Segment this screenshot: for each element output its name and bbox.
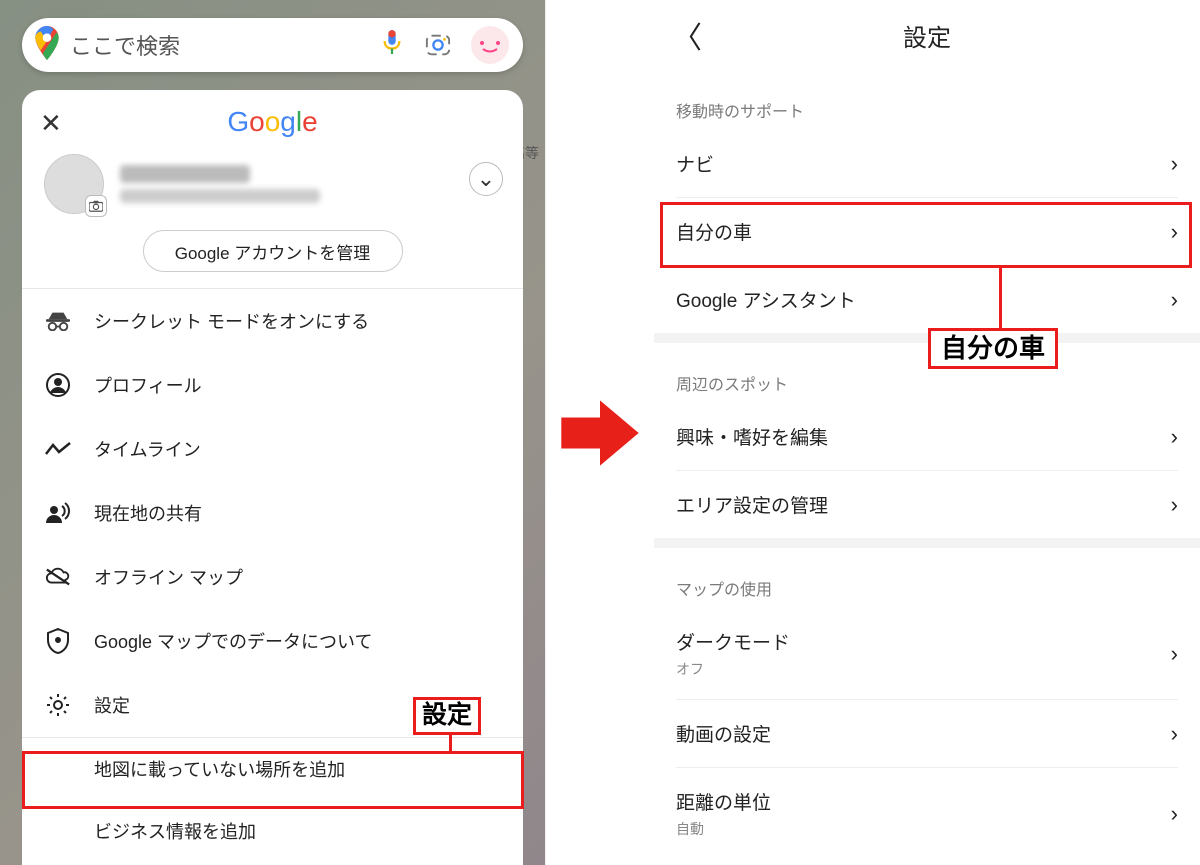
annotation-connector bbox=[999, 268, 1002, 328]
menu-label: Google マップでのデータについて bbox=[94, 628, 373, 654]
arrow-right-icon bbox=[557, 390, 643, 476]
chevron-right-icon: › bbox=[1171, 287, 1178, 313]
account-email-blurred bbox=[120, 189, 320, 203]
menu-label: 地図に載っていない場所を追加 bbox=[94, 756, 345, 782]
manage-account-label: Google アカウントを管理 bbox=[175, 239, 371, 264]
menu-label: プロフィール bbox=[94, 372, 202, 398]
menu-timeline[interactable]: タイムライン bbox=[22, 417, 523, 481]
item-label: エリア設定の管理 bbox=[676, 491, 828, 518]
page-title: 設定 bbox=[903, 18, 951, 53]
camera-icon[interactable] bbox=[85, 195, 107, 217]
item-label: 距離の単位 bbox=[676, 788, 771, 815]
incognito-icon bbox=[44, 307, 72, 335]
chevron-right-icon: › bbox=[1171, 492, 1178, 518]
profile-avatar-button[interactable] bbox=[471, 26, 509, 64]
menu-your-data[interactable]: Google マップでのデータについて bbox=[22, 609, 523, 673]
mic-icon[interactable] bbox=[381, 30, 403, 61]
menu-label: ビジネス情報を追加 bbox=[94, 818, 256, 844]
manage-account-button[interactable]: Google アカウントを管理 bbox=[143, 230, 403, 272]
menu-add-missing-place[interactable]: 地図に載っていない場所を追加 bbox=[22, 738, 523, 800]
menu-incognito[interactable]: シークレット モードをオンにする bbox=[22, 289, 523, 353]
section-header-support: 移動時のサポート bbox=[654, 70, 1200, 130]
menu-label: オフライン マップ bbox=[94, 564, 243, 590]
item-distance-unit[interactable]: 距離の単位自動 › bbox=[654, 768, 1200, 859]
chevron-right-icon: › bbox=[1171, 721, 1178, 747]
menu-label: 現在地の共有 bbox=[94, 500, 202, 526]
item-label: 興味・嗜好を編集 bbox=[676, 423, 828, 450]
item-nav[interactable]: ナビ › bbox=[654, 130, 1200, 197]
google-logo: Google bbox=[227, 106, 317, 138]
item-assistant[interactable]: Google アシスタント › bbox=[654, 266, 1200, 333]
item-interests[interactable]: 興味・嗜好を編集 › bbox=[654, 403, 1200, 470]
menu-add-business[interactable]: ビジネス情報を追加 bbox=[22, 800, 523, 862]
section-header-mapuse: マップの使用 bbox=[654, 548, 1200, 608]
person-icon bbox=[44, 371, 72, 399]
menu-label: シークレット モードをオンにする bbox=[94, 308, 369, 334]
chevron-down-icon[interactable] bbox=[469, 162, 503, 196]
item-video-settings[interactable]: 動画の設定 › bbox=[654, 700, 1200, 767]
arrow-between-screens bbox=[546, 0, 654, 865]
menu-label: タイムライン bbox=[94, 436, 201, 462]
menu-label: 設定 bbox=[94, 692, 130, 718]
shield-icon bbox=[44, 627, 72, 655]
right-screenshot: 〈 設定 移動時のサポート ナビ › 自分の車 › Google アシスタント › 周… bbox=[654, 0, 1200, 865]
section-header-spots: 周辺のスポット bbox=[654, 343, 1200, 403]
menu-settings[interactable]: 設定 bbox=[22, 673, 523, 737]
account-name-blurred bbox=[120, 165, 250, 183]
item-label: 動画の設定 bbox=[676, 720, 771, 747]
chevron-right-icon: › bbox=[1171, 641, 1178, 667]
menu-share-location[interactable]: 現在地の共有 bbox=[22, 481, 523, 545]
annotation-connector bbox=[449, 733, 452, 751]
search-bar[interactable]: ここで検索 bbox=[22, 18, 523, 72]
account-sheet: ✕ Google Google アカウントを管理 bbox=[22, 90, 523, 865]
back-icon[interactable]: 〈 bbox=[672, 13, 702, 57]
item-label: ナビ bbox=[676, 150, 714, 177]
lens-icon[interactable] bbox=[423, 30, 453, 60]
left-screenshot: 早稲 高等 ここで検索 ✕ Google bbox=[0, 0, 546, 865]
share-location-icon bbox=[44, 499, 72, 527]
item-label: Google アシスタント bbox=[676, 286, 856, 313]
chevron-right-icon: › bbox=[1171, 424, 1178, 450]
gear-icon bbox=[44, 691, 72, 719]
maps-pin-icon bbox=[34, 26, 60, 65]
cloud-off-icon bbox=[44, 563, 72, 591]
chevron-right-icon: › bbox=[1171, 151, 1178, 177]
timeline-icon bbox=[44, 435, 72, 463]
avatar[interactable] bbox=[44, 154, 104, 214]
item-label: 自分の車 bbox=[676, 218, 752, 245]
chevron-right-icon: › bbox=[1171, 219, 1178, 245]
menu-offline-maps[interactable]: オフライン マップ bbox=[22, 545, 523, 609]
item-label: ダークモード bbox=[676, 628, 790, 655]
item-subtitle: 自動 bbox=[676, 819, 771, 839]
item-my-car[interactable]: 自分の車 › bbox=[654, 198, 1200, 265]
item-area-settings[interactable]: エリア設定の管理 › bbox=[654, 471, 1200, 538]
close-icon[interactable]: ✕ bbox=[40, 108, 62, 139]
profile-row[interactable] bbox=[22, 144, 523, 224]
chevron-right-icon: › bbox=[1171, 801, 1178, 827]
item-subtitle: オフ bbox=[676, 659, 790, 679]
menu-profile[interactable]: プロフィール bbox=[22, 353, 523, 417]
item-dark-mode[interactable]: ダークモードオフ › bbox=[654, 608, 1200, 699]
search-placeholder: ここで検索 bbox=[70, 29, 381, 61]
